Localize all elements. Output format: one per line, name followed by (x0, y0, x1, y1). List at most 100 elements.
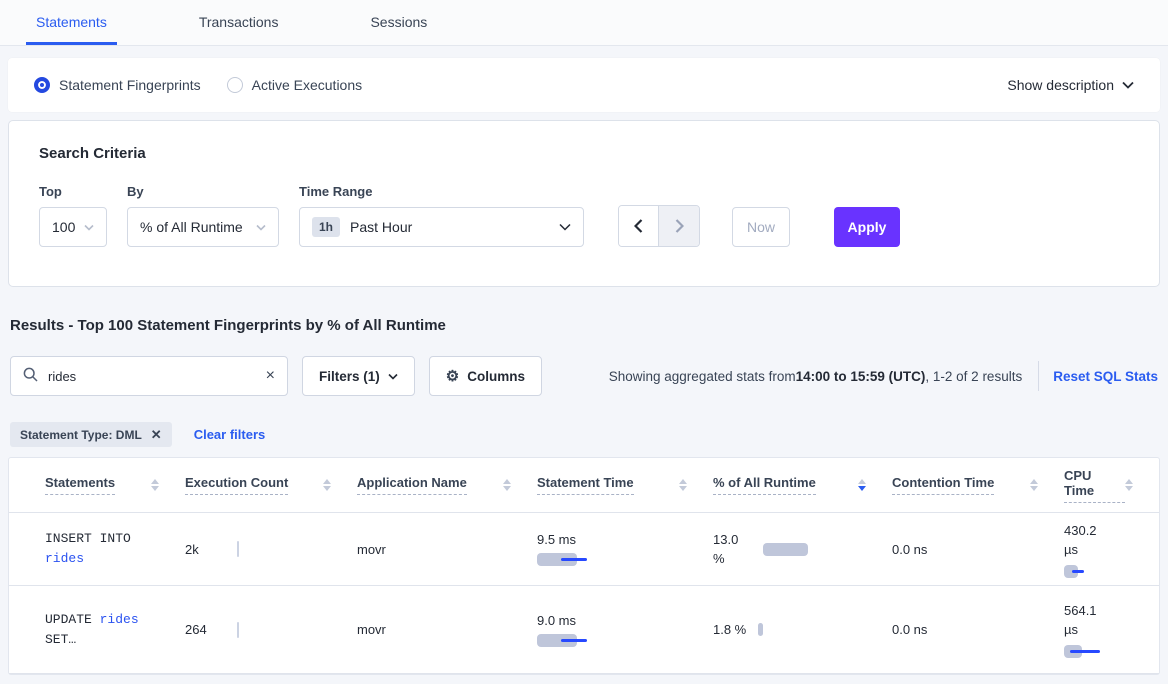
cpu-time-bar (1064, 645, 1159, 658)
divider (1038, 361, 1039, 391)
sql-text: SET… (45, 632, 76, 647)
search-input-container: × (10, 356, 288, 396)
remove-filter-icon[interactable]: ✕ (151, 427, 162, 443)
statements-table: Statements Execution Count Application N… (8, 457, 1160, 675)
time-range-arrows (618, 205, 700, 247)
filters-button[interactable]: Filters (1) (302, 356, 415, 396)
chevron-down-icon (559, 223, 571, 231)
chevron-down-icon (256, 224, 266, 231)
results-toolbar: × Filters (1) ⚙ Columns Showing aggregat… (10, 356, 1158, 396)
results-heading: Results - Top 100 Statement Fingerprints… (10, 317, 1158, 334)
statement-cell: INSERT INTO rides (45, 529, 161, 569)
statement-cell: UPDATE rides SET… (45, 610, 161, 650)
execution-count-cell: 2k (185, 541, 357, 557)
next-time-range-button[interactable] (659, 206, 699, 246)
filter-pill-statement-type[interactable]: Statement Type: DML ✕ (10, 422, 172, 447)
cpu-time-cell: 430.2 µs (1064, 521, 1159, 578)
column-label: Contention Time (892, 475, 994, 495)
filters-label: Filters (1) (319, 369, 380, 384)
statement-time-cell: 9.5 ms (537, 532, 713, 566)
time-range-select[interactable]: 1h Past Hour (299, 207, 584, 247)
execution-count-cell: 264 (185, 622, 357, 638)
clear-search-icon[interactable]: × (266, 368, 275, 384)
column-header-pct-runtime[interactable]: % of All Runtime (713, 475, 892, 495)
show-description-label: Show description (1007, 77, 1114, 93)
pct-runtime-bar (758, 623, 763, 636)
time-range-value: Past Hour (350, 219, 412, 235)
pct-runtime-value: 13.0 % (713, 530, 751, 568)
contention-time-cell: 0.0 ns (892, 542, 1064, 557)
search-icon (23, 367, 38, 385)
top-label: Top (39, 184, 107, 199)
execution-count-value: 264 (185, 622, 211, 637)
cpu-time-value: 430.2 µs (1064, 521, 1114, 559)
columns-label: Columns (467, 369, 525, 384)
chevron-down-icon (84, 224, 94, 231)
sort-desc-active-icon (858, 479, 866, 491)
sort-icon (323, 479, 331, 491)
application-name-cell: movr (357, 622, 537, 637)
clear-filters-link[interactable]: Clear filters (194, 427, 266, 442)
pct-runtime-cell: 1.8 % (713, 622, 892, 637)
application-name-cell: movr (357, 542, 537, 557)
tab-transactions[interactable]: Transactions (189, 14, 289, 45)
show-description-toggle[interactable]: Show description (1007, 77, 1134, 93)
top-select-value: 100 (52, 219, 75, 235)
search-criteria-panel: Search Criteria Top 100 By % of All Runt… (8, 120, 1160, 287)
tab-statements[interactable]: Statements (26, 14, 117, 45)
search-criteria-title: Search Criteria (39, 145, 1129, 162)
apply-button[interactable]: Apply (834, 207, 900, 247)
sort-icon (1030, 479, 1038, 491)
column-label: Statement Time (537, 475, 634, 495)
statement-time-bar (537, 553, 713, 566)
column-label: % of All Runtime (713, 475, 816, 495)
tab-sessions[interactable]: Sessions (360, 14, 437, 45)
radio-selected-icon (34, 77, 50, 93)
by-label: By (127, 184, 279, 199)
sort-icon (151, 479, 159, 491)
stats-suffix: , 1-2 of 2 results (925, 369, 1022, 384)
statement-link[interactable]: rides (45, 551, 84, 566)
sql-text: UPDATE (45, 612, 100, 627)
column-header-statement-time[interactable]: Statement Time (537, 475, 713, 495)
chevron-down-icon (1122, 81, 1134, 89)
execution-count-value: 2k (185, 542, 211, 557)
search-input[interactable] (48, 369, 256, 384)
column-header-statements[interactable]: Statements (45, 475, 185, 495)
column-label: Execution Count (185, 475, 288, 495)
table-header-row: Statements Execution Count Application N… (9, 458, 1159, 513)
cpu-time-bar (1064, 565, 1159, 578)
columns-button[interactable]: ⚙ Columns (429, 356, 542, 396)
cpu-time-value: 564.1 µs (1064, 601, 1114, 639)
column-header-application-name[interactable]: Application Name (357, 475, 537, 495)
count-bar (237, 622, 239, 638)
table-row: UPDATE rides SET… 264 movr 9.0 ms 1.8 % … (9, 586, 1159, 674)
statement-link[interactable]: rides (100, 612, 139, 627)
stats-summary: Showing aggregated stats from 14:00 to 1… (609, 361, 1158, 391)
now-button[interactable]: Now (732, 207, 790, 247)
gear-icon: ⚙ (446, 367, 459, 385)
pct-runtime-value: 1.8 % (713, 622, 746, 637)
column-header-contention-time[interactable]: Contention Time (892, 475, 1064, 495)
time-range-label: Time Range (299, 184, 584, 199)
column-header-cpu-time[interactable]: CPU Time (1064, 468, 1159, 503)
by-select[interactable]: % of All Runtime (127, 207, 279, 247)
statement-time-bar (537, 634, 713, 647)
radio-label: Active Executions (252, 77, 363, 93)
top-select[interactable]: 100 (39, 207, 107, 247)
time-range-badge: 1h (312, 217, 340, 237)
reset-sql-stats-link[interactable]: Reset SQL Stats (1053, 369, 1158, 384)
chevron-down-icon (388, 373, 398, 380)
count-bar (237, 541, 239, 557)
pct-runtime-bar (763, 543, 808, 556)
radio-active-executions[interactable]: Active Executions (227, 77, 363, 93)
radio-statement-fingerprints[interactable]: Statement Fingerprints (34, 77, 201, 93)
stats-time-range: 14:00 to 15:59 (UTC) (796, 369, 926, 384)
sort-icon (679, 479, 687, 491)
view-toggle-bar: Statement Fingerprints Active Executions… (8, 58, 1160, 112)
column-header-execution-count[interactable]: Execution Count (185, 475, 357, 495)
table-row: INSERT INTO rides 2k movr 9.5 ms 13.0 % … (9, 513, 1159, 586)
sql-text: INSERT INTO (45, 531, 131, 546)
statement-time-value: 9.0 ms (537, 613, 713, 628)
prev-time-range-button[interactable] (619, 206, 659, 246)
